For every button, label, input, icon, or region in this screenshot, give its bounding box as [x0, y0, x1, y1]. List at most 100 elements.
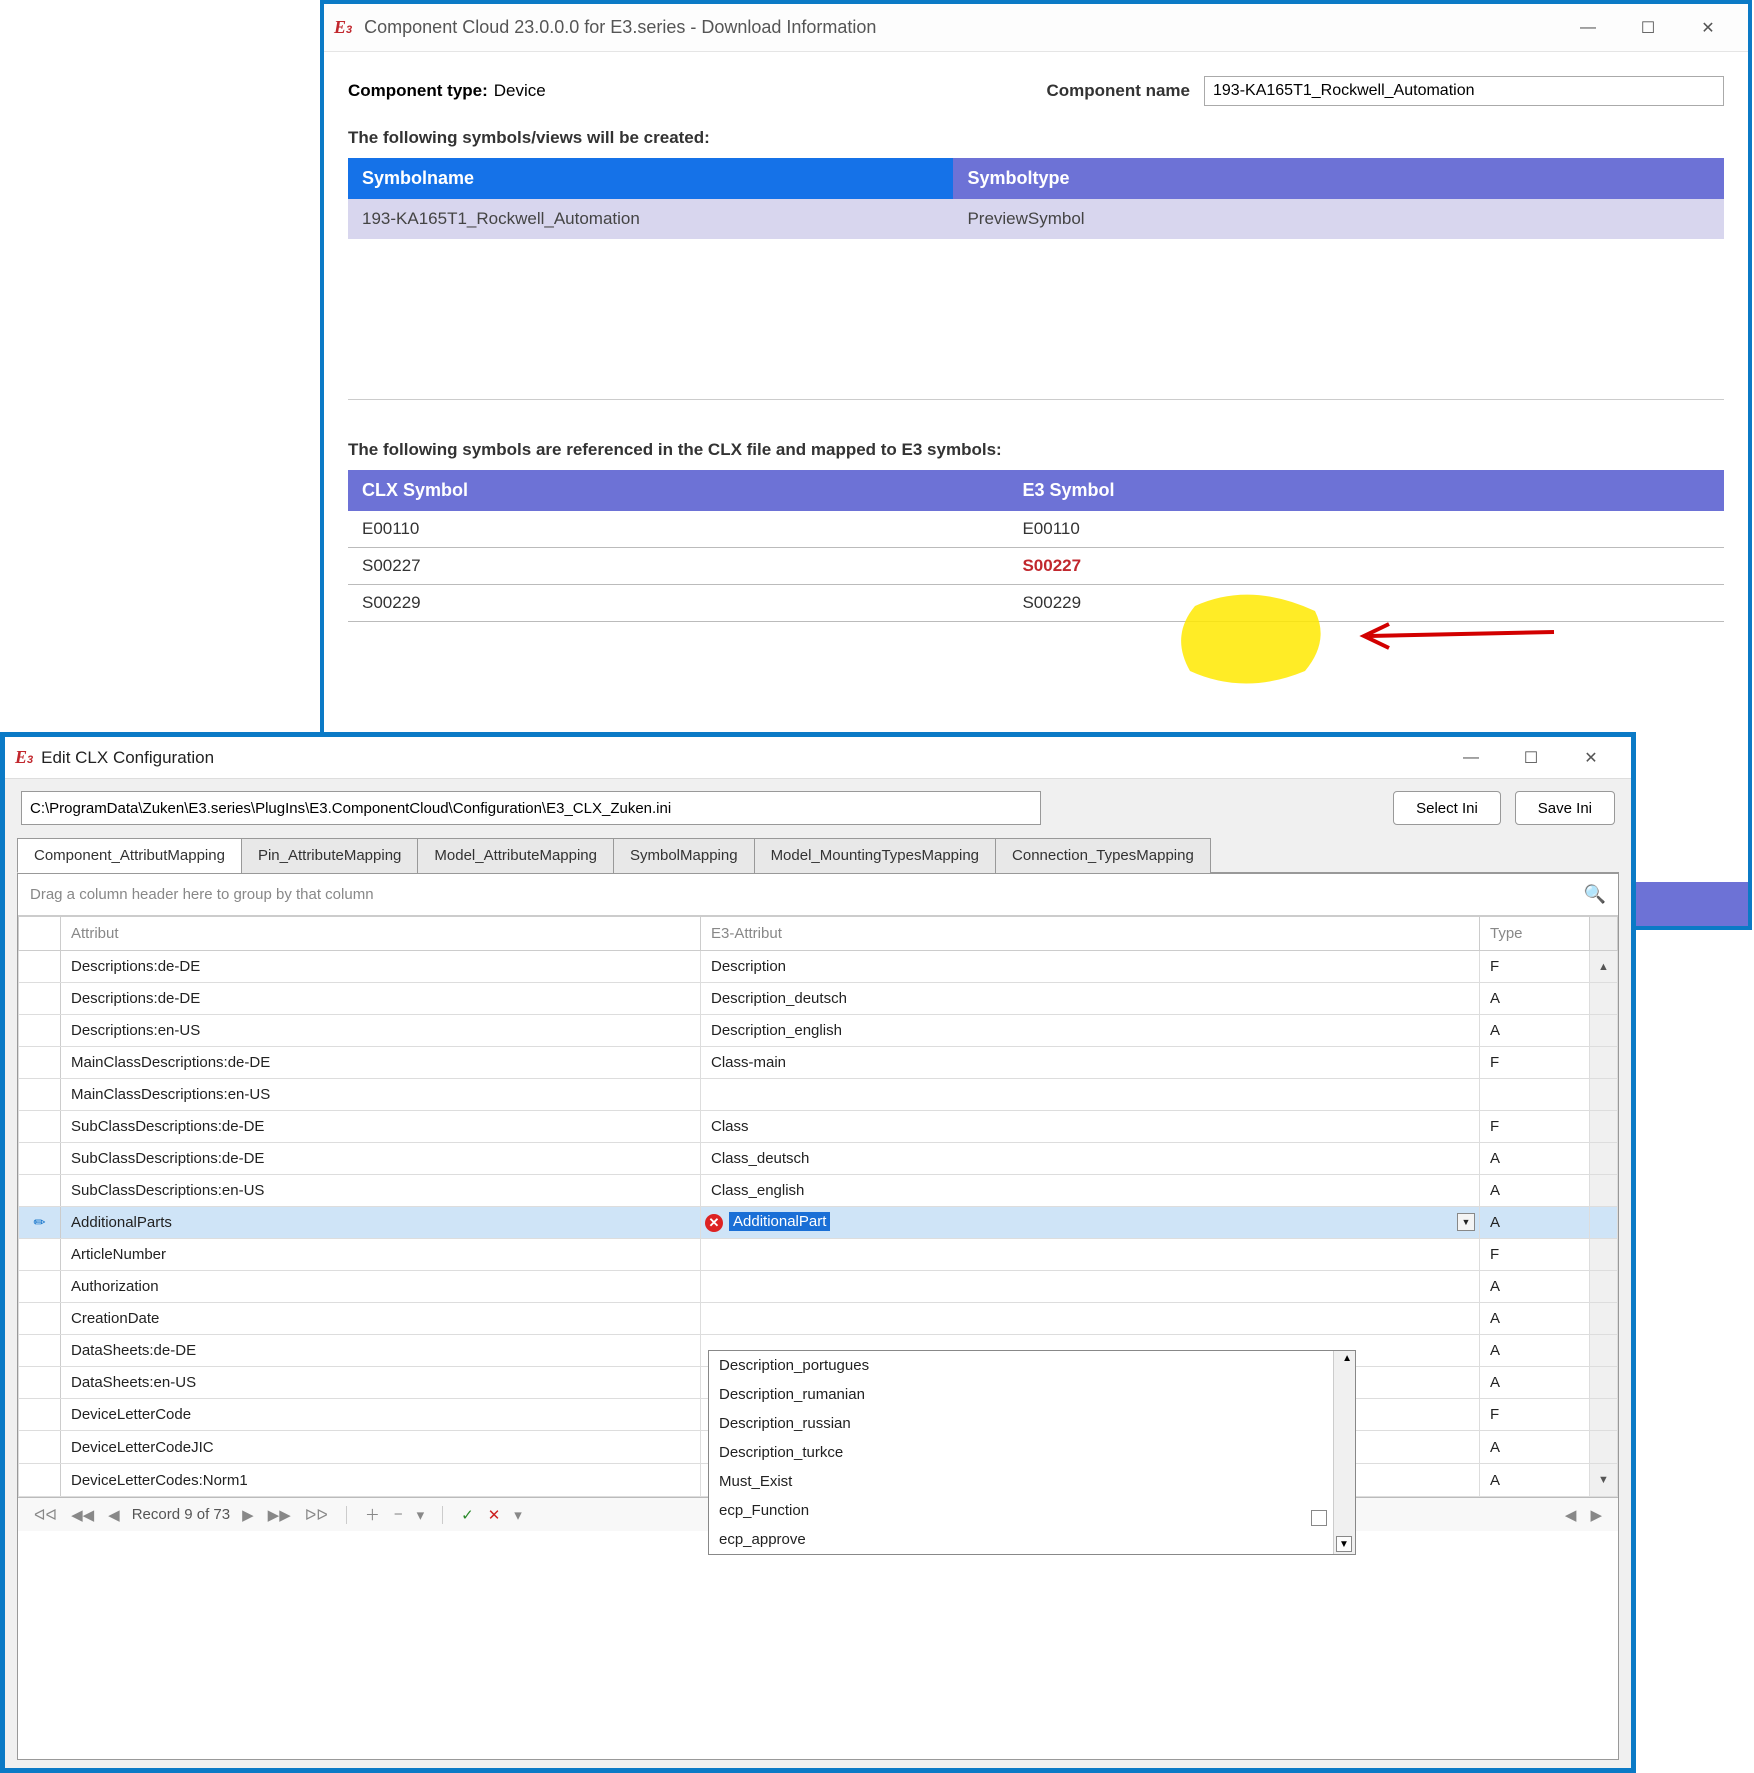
cell-e3-attribut[interactable]	[701, 1303, 1480, 1335]
cell-attribut[interactable]: Authorization	[61, 1271, 701, 1303]
table-row[interactable]: Authorization A	[19, 1271, 1618, 1303]
tab-symbolmapping[interactable]: SymbolMapping	[613, 838, 755, 873]
cell-type[interactable]: A	[1480, 1335, 1590, 1367]
cell-attribut[interactable]: CreationDate	[61, 1303, 701, 1335]
maximize-button[interactable]: ☐	[1501, 738, 1561, 778]
cell-attribut[interactable]: Descriptions:de-DE	[61, 983, 701, 1015]
dropdown-scroll-up-icon[interactable]: ▲	[1342, 1353, 1352, 1364]
col-e3-attribut[interactable]: E3-Attribut	[701, 917, 1480, 951]
save-ini-button[interactable]: Save Ini	[1515, 791, 1615, 825]
tab-component-attributmapping[interactable]: Component_AttributMapping	[17, 838, 242, 873]
row-gutter[interactable]	[19, 1303, 61, 1335]
cell-e3-attribut[interactable]	[701, 1271, 1480, 1303]
table-row[interactable]: MainClassDescriptions:de-DEClass-mainF	[19, 1047, 1618, 1079]
nav-first-icon[interactable]: ᐊᐊ	[32, 1506, 59, 1524]
row-gutter[interactable]	[19, 1143, 61, 1175]
dropdown-option[interactable]: Description_portugues	[709, 1351, 1355, 1380]
cell-e3-attribut[interactable]: Class_deutsch	[701, 1143, 1480, 1175]
dropdown-option[interactable]: ecp_approve	[709, 1525, 1355, 1554]
cell-e3-attribut[interactable]: ✕AdditionalPart▼	[701, 1207, 1480, 1239]
cell-attribut[interactable]: MainClassDescriptions:en-US	[61, 1079, 701, 1111]
nav-right-icon[interactable]: ▶	[1588, 1506, 1604, 1524]
dropdown-option[interactable]: Description_russian	[709, 1409, 1355, 1438]
cell-type[interactable]: A	[1480, 1367, 1590, 1399]
scrollbar-cell[interactable]	[1590, 1207, 1618, 1239]
cell-attribut[interactable]: MainClassDescriptions:de-DE	[61, 1047, 701, 1079]
cell-e3-attribut[interactable]: Description_deutsch	[701, 983, 1480, 1015]
cell-attribut[interactable]: Descriptions:de-DE	[61, 951, 701, 983]
tab-model-mountingtypesmapping[interactable]: Model_MountingTypesMapping	[754, 838, 996, 873]
close-button[interactable]: ✕	[1561, 738, 1621, 778]
dropdown-checkbox[interactable]	[1311, 1510, 1327, 1526]
scrollbar-cell[interactable]	[1590, 1015, 1618, 1047]
dropdown-option[interactable]: ecp_Function	[709, 1496, 1355, 1525]
cell-e3-attribut[interactable]: Class	[701, 1111, 1480, 1143]
table-row[interactable]: ArticleNumberF	[19, 1239, 1618, 1271]
scrollbar-cell[interactable]: ▲	[1590, 951, 1618, 983]
scrollbar-cell[interactable]	[1590, 1367, 1618, 1399]
col-type[interactable]: Type	[1480, 917, 1590, 951]
scrollbar-cell[interactable]	[1590, 1175, 1618, 1207]
nav-dropdown-icon[interactable]: ▾	[512, 1506, 524, 1524]
cell-type[interactable]: A	[1480, 1207, 1590, 1239]
col-e3-symbol[interactable]: E3 Symbol	[1008, 470, 1724, 511]
cell-attribut[interactable]: SubClassDescriptions:de-DE	[61, 1143, 701, 1175]
scrollbar-cell[interactable]	[1590, 1079, 1618, 1111]
col-clx-symbol[interactable]: CLX Symbol	[348, 470, 1008, 511]
nav-left-icon[interactable]: ◀	[1563, 1506, 1579, 1524]
dropdown-option[interactable]: Description_turkce	[709, 1438, 1355, 1467]
row-gutter[interactable]	[19, 1399, 61, 1431]
nav-cancel-icon[interactable]: ✕	[486, 1506, 503, 1524]
dropdown-scroll-down-icon[interactable]: ▼	[1336, 1536, 1352, 1552]
nav-prev-page-icon[interactable]: ◀◀	[69, 1506, 96, 1524]
table-row[interactable]: SubClassDescriptions:de-DEClassF	[19, 1111, 1618, 1143]
table-row[interactable]: SubClassDescriptions:de-DEClass_deutschA	[19, 1143, 1618, 1175]
cell-type[interactable]: A	[1480, 1143, 1590, 1175]
table-row[interactable]: S00229 S00229	[348, 584, 1724, 621]
cell-e3-attribut[interactable]: Class-main	[701, 1047, 1480, 1079]
row-gutter[interactable]	[19, 983, 61, 1015]
cell-attribut[interactable]: SubClassDescriptions:de-DE	[61, 1111, 701, 1143]
scrollbar-cell[interactable]	[1590, 1111, 1618, 1143]
scrollbar-cell[interactable]	[1590, 1047, 1618, 1079]
cell-attribut[interactable]: DeviceLetterCodeJIC	[61, 1431, 701, 1464]
table-row[interactable]: Descriptions:de-DEDescriptionF▲	[19, 951, 1618, 983]
tab-pin-attributemapping[interactable]: Pin_AttributeMapping	[241, 838, 418, 873]
nav-next-icon[interactable]: ▶	[240, 1506, 256, 1524]
nav-accept-icon[interactable]: ✓	[459, 1506, 476, 1524]
row-gutter[interactable]	[19, 1175, 61, 1207]
row-gutter[interactable]	[19, 1111, 61, 1143]
table-row[interactable]: S00227 S00227	[348, 547, 1724, 584]
cell-type[interactable]: F	[1480, 1047, 1590, 1079]
dropdown-option[interactable]: Must_Exist	[709, 1467, 1355, 1496]
scroll-up-icon[interactable]: ▲	[1590, 961, 1617, 973]
select-ini-button[interactable]: Select Ini	[1393, 791, 1501, 825]
table-row[interactable]: E00110 E00110	[348, 511, 1724, 548]
row-gutter[interactable]	[19, 1047, 61, 1079]
cell-type[interactable]: F	[1480, 1111, 1590, 1143]
cell-type[interactable]: A	[1480, 1303, 1590, 1335]
cell-e3-attribut[interactable]: Class_english	[701, 1175, 1480, 1207]
ini-path-input[interactable]	[21, 791, 1041, 825]
cell-type[interactable]: A	[1480, 1271, 1590, 1303]
table-row[interactable]: Descriptions:en-USDescription_englishA	[19, 1015, 1618, 1047]
col-symboltype[interactable]: Symboltype	[953, 158, 1724, 199]
table-row[interactable]: Descriptions:de-DEDescription_deutschA	[19, 983, 1618, 1015]
cell-attribut[interactable]: Descriptions:en-US	[61, 1015, 701, 1047]
scrollbar-cell[interactable]	[1590, 1399, 1618, 1431]
minimize-button[interactable]: —	[1558, 8, 1618, 48]
nav-edit-icon[interactable]: ▾	[415, 1506, 427, 1524]
col-attribut[interactable]: Attribut	[61, 917, 701, 951]
row-gutter[interactable]	[19, 1239, 61, 1271]
maximize-button[interactable]: ☐	[1618, 8, 1678, 48]
nav-last-icon[interactable]: ᐅᐅ	[303, 1506, 330, 1524]
dropdown-scrollbar[interactable]	[1333, 1351, 1355, 1554]
cell-type[interactable]: A	[1480, 1175, 1590, 1207]
tab-model-attributemapping[interactable]: Model_AttributeMapping	[417, 838, 614, 873]
cell-type[interactable]: A	[1480, 1464, 1590, 1497]
cell-type[interactable]: A	[1480, 1015, 1590, 1047]
cell-type[interactable]: F	[1480, 1399, 1590, 1431]
nav-prev-icon[interactable]: ◀	[106, 1506, 122, 1524]
scrollbar-cell[interactable]	[1590, 983, 1618, 1015]
row-gutter[interactable]	[19, 1367, 61, 1399]
